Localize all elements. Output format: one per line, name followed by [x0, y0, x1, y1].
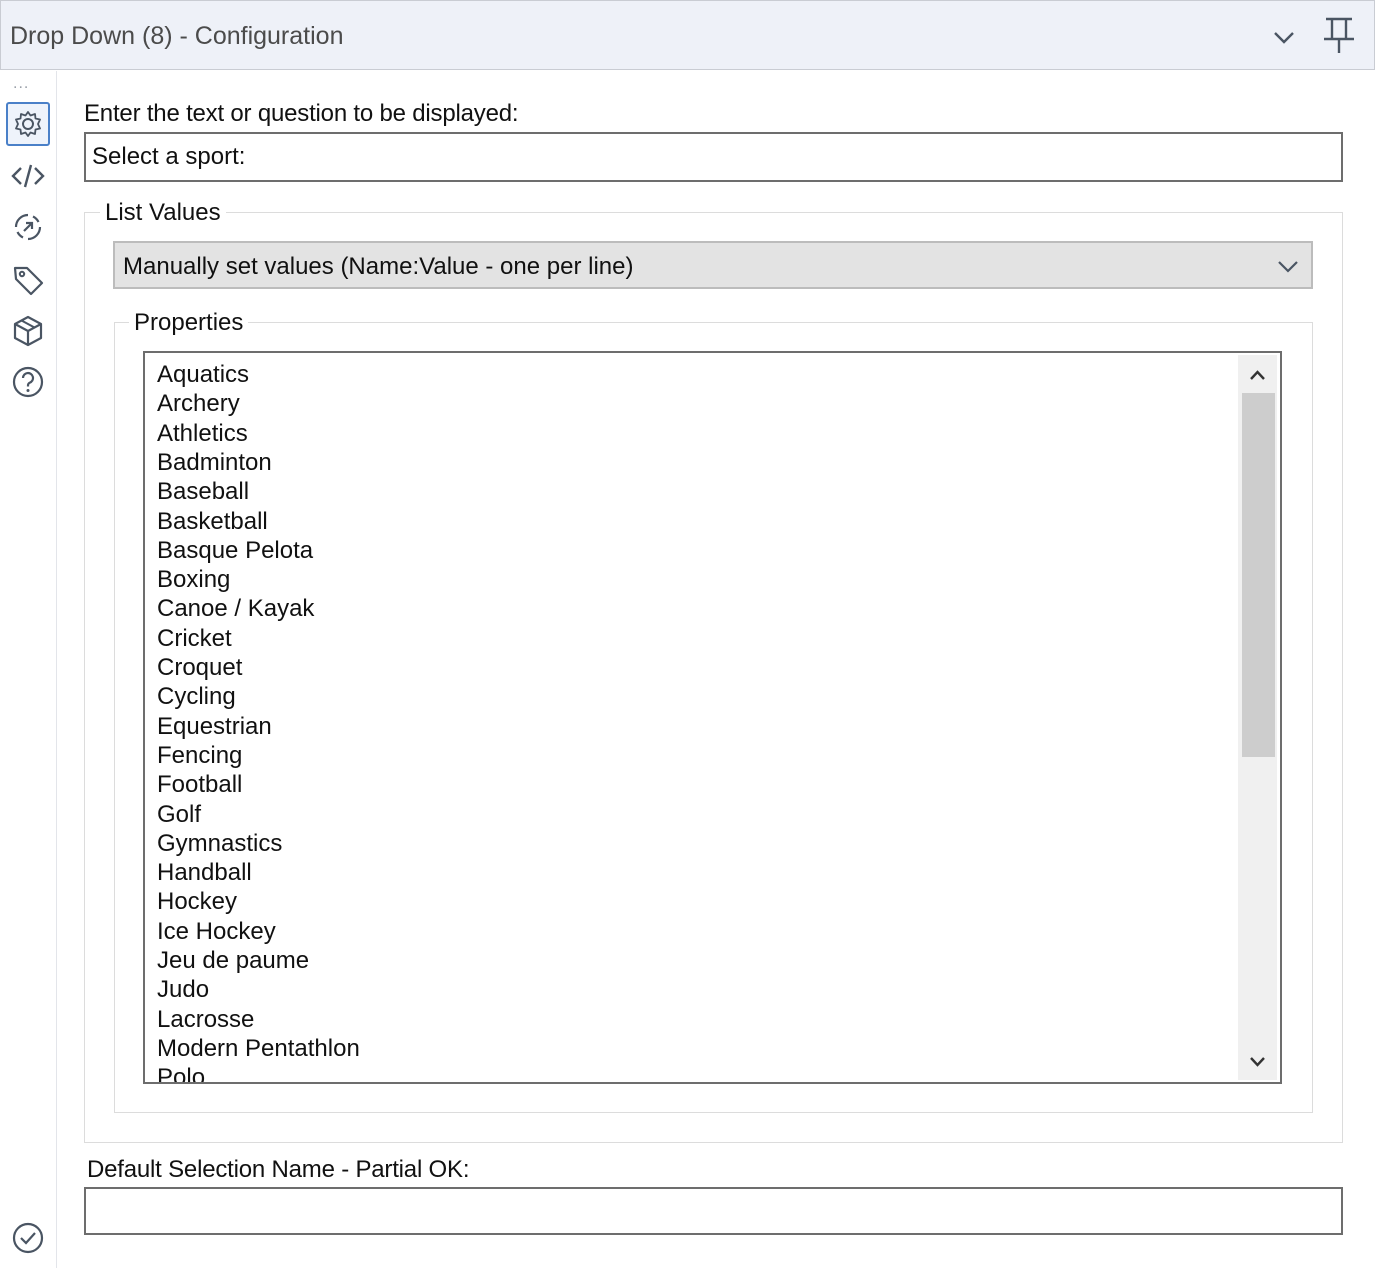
list-item[interactable]: Croquet — [157, 653, 242, 682]
list-item[interactable]: Jeu de paume — [157, 946, 309, 975]
properties-legend: Properties — [129, 309, 249, 337]
default-selection-label: Default Selection Name - Partial OK: — [87, 1156, 470, 1183]
list-item[interactable]: Athletics — [157, 419, 248, 448]
list-values-mode-select[interactable]: Manually set values (Name:Value - one pe… — [113, 241, 1313, 289]
cube-icon[interactable] — [8, 311, 48, 351]
list-values-legend: List Values — [100, 199, 226, 227]
chevron-down-icon — [1275, 255, 1301, 277]
code-icon[interactable] — [8, 156, 48, 196]
list-item[interactable]: Badminton — [157, 448, 272, 477]
list-item[interactable]: Boxing — [157, 565, 230, 594]
list-item[interactable]: Basketball — [157, 507, 268, 536]
list-item[interactable]: Ice Hockey — [157, 917, 276, 946]
list-item[interactable]: Equestrian — [157, 712, 272, 741]
list-item[interactable]: Judo — [157, 975, 209, 1004]
list-values-mode-value: Manually set values (Name:Value - one pe… — [123, 253, 634, 280]
list-item[interactable]: Cycling — [157, 682, 236, 711]
list-item[interactable]: Archery — [157, 389, 240, 418]
left-toolbar: ... — [0, 71, 57, 1268]
help-icon[interactable] — [8, 362, 48, 402]
list-item[interactable]: Lacrosse — [157, 1005, 254, 1034]
list-item[interactable]: Polo — [157, 1063, 205, 1082]
list-item[interactable]: Aquatics — [157, 360, 249, 389]
question-label: Enter the text or question to be display… — [84, 100, 519, 127]
check-circle-icon[interactable] — [8, 1218, 48, 1258]
list-item[interactable]: Hockey — [157, 887, 237, 916]
chevron-down-icon[interactable] — [1269, 23, 1299, 51]
scroll-down-arrow-icon[interactable] — [1238, 1043, 1277, 1081]
list-item[interactable]: Baseball — [157, 477, 249, 506]
list-item[interactable]: Football — [157, 770, 242, 799]
target-icon[interactable] — [8, 207, 48, 247]
scrollbar-thumb[interactable] — [1242, 393, 1275, 757]
list-item[interactable]: Gymnastics — [157, 829, 282, 858]
list-item[interactable]: Basque Pelota — [157, 536, 313, 565]
properties-listbox[interactable]: Aquatics Archery Athletics Badminton Basebal… — [143, 351, 1282, 1084]
list-item[interactable]: Handball — [157, 858, 252, 887]
scroll-up-arrow-icon[interactable] — [1238, 357, 1277, 395]
panel-header: Drop Down (8) - Configuration — [0, 0, 1375, 70]
list-item[interactable]: Fencing — [157, 741, 242, 770]
list-item[interactable]: Canoe / Kayak — [157, 594, 314, 623]
list-item[interactable]: Modern Pentathlon — [157, 1034, 360, 1063]
tag-icon[interactable] — [8, 260, 48, 300]
pin-icon[interactable] — [1320, 15, 1358, 57]
gear-icon[interactable] — [6, 102, 50, 146]
default-selection-input[interactable] — [84, 1187, 1343, 1235]
panel-title: Drop Down (8) - Configuration — [10, 22, 344, 50]
list-item[interactable]: Golf — [157, 800, 201, 829]
more-dots[interactable]: ... — [13, 75, 29, 93]
question-input[interactable] — [84, 132, 1343, 182]
list-item[interactable]: Cricket — [157, 624, 232, 653]
